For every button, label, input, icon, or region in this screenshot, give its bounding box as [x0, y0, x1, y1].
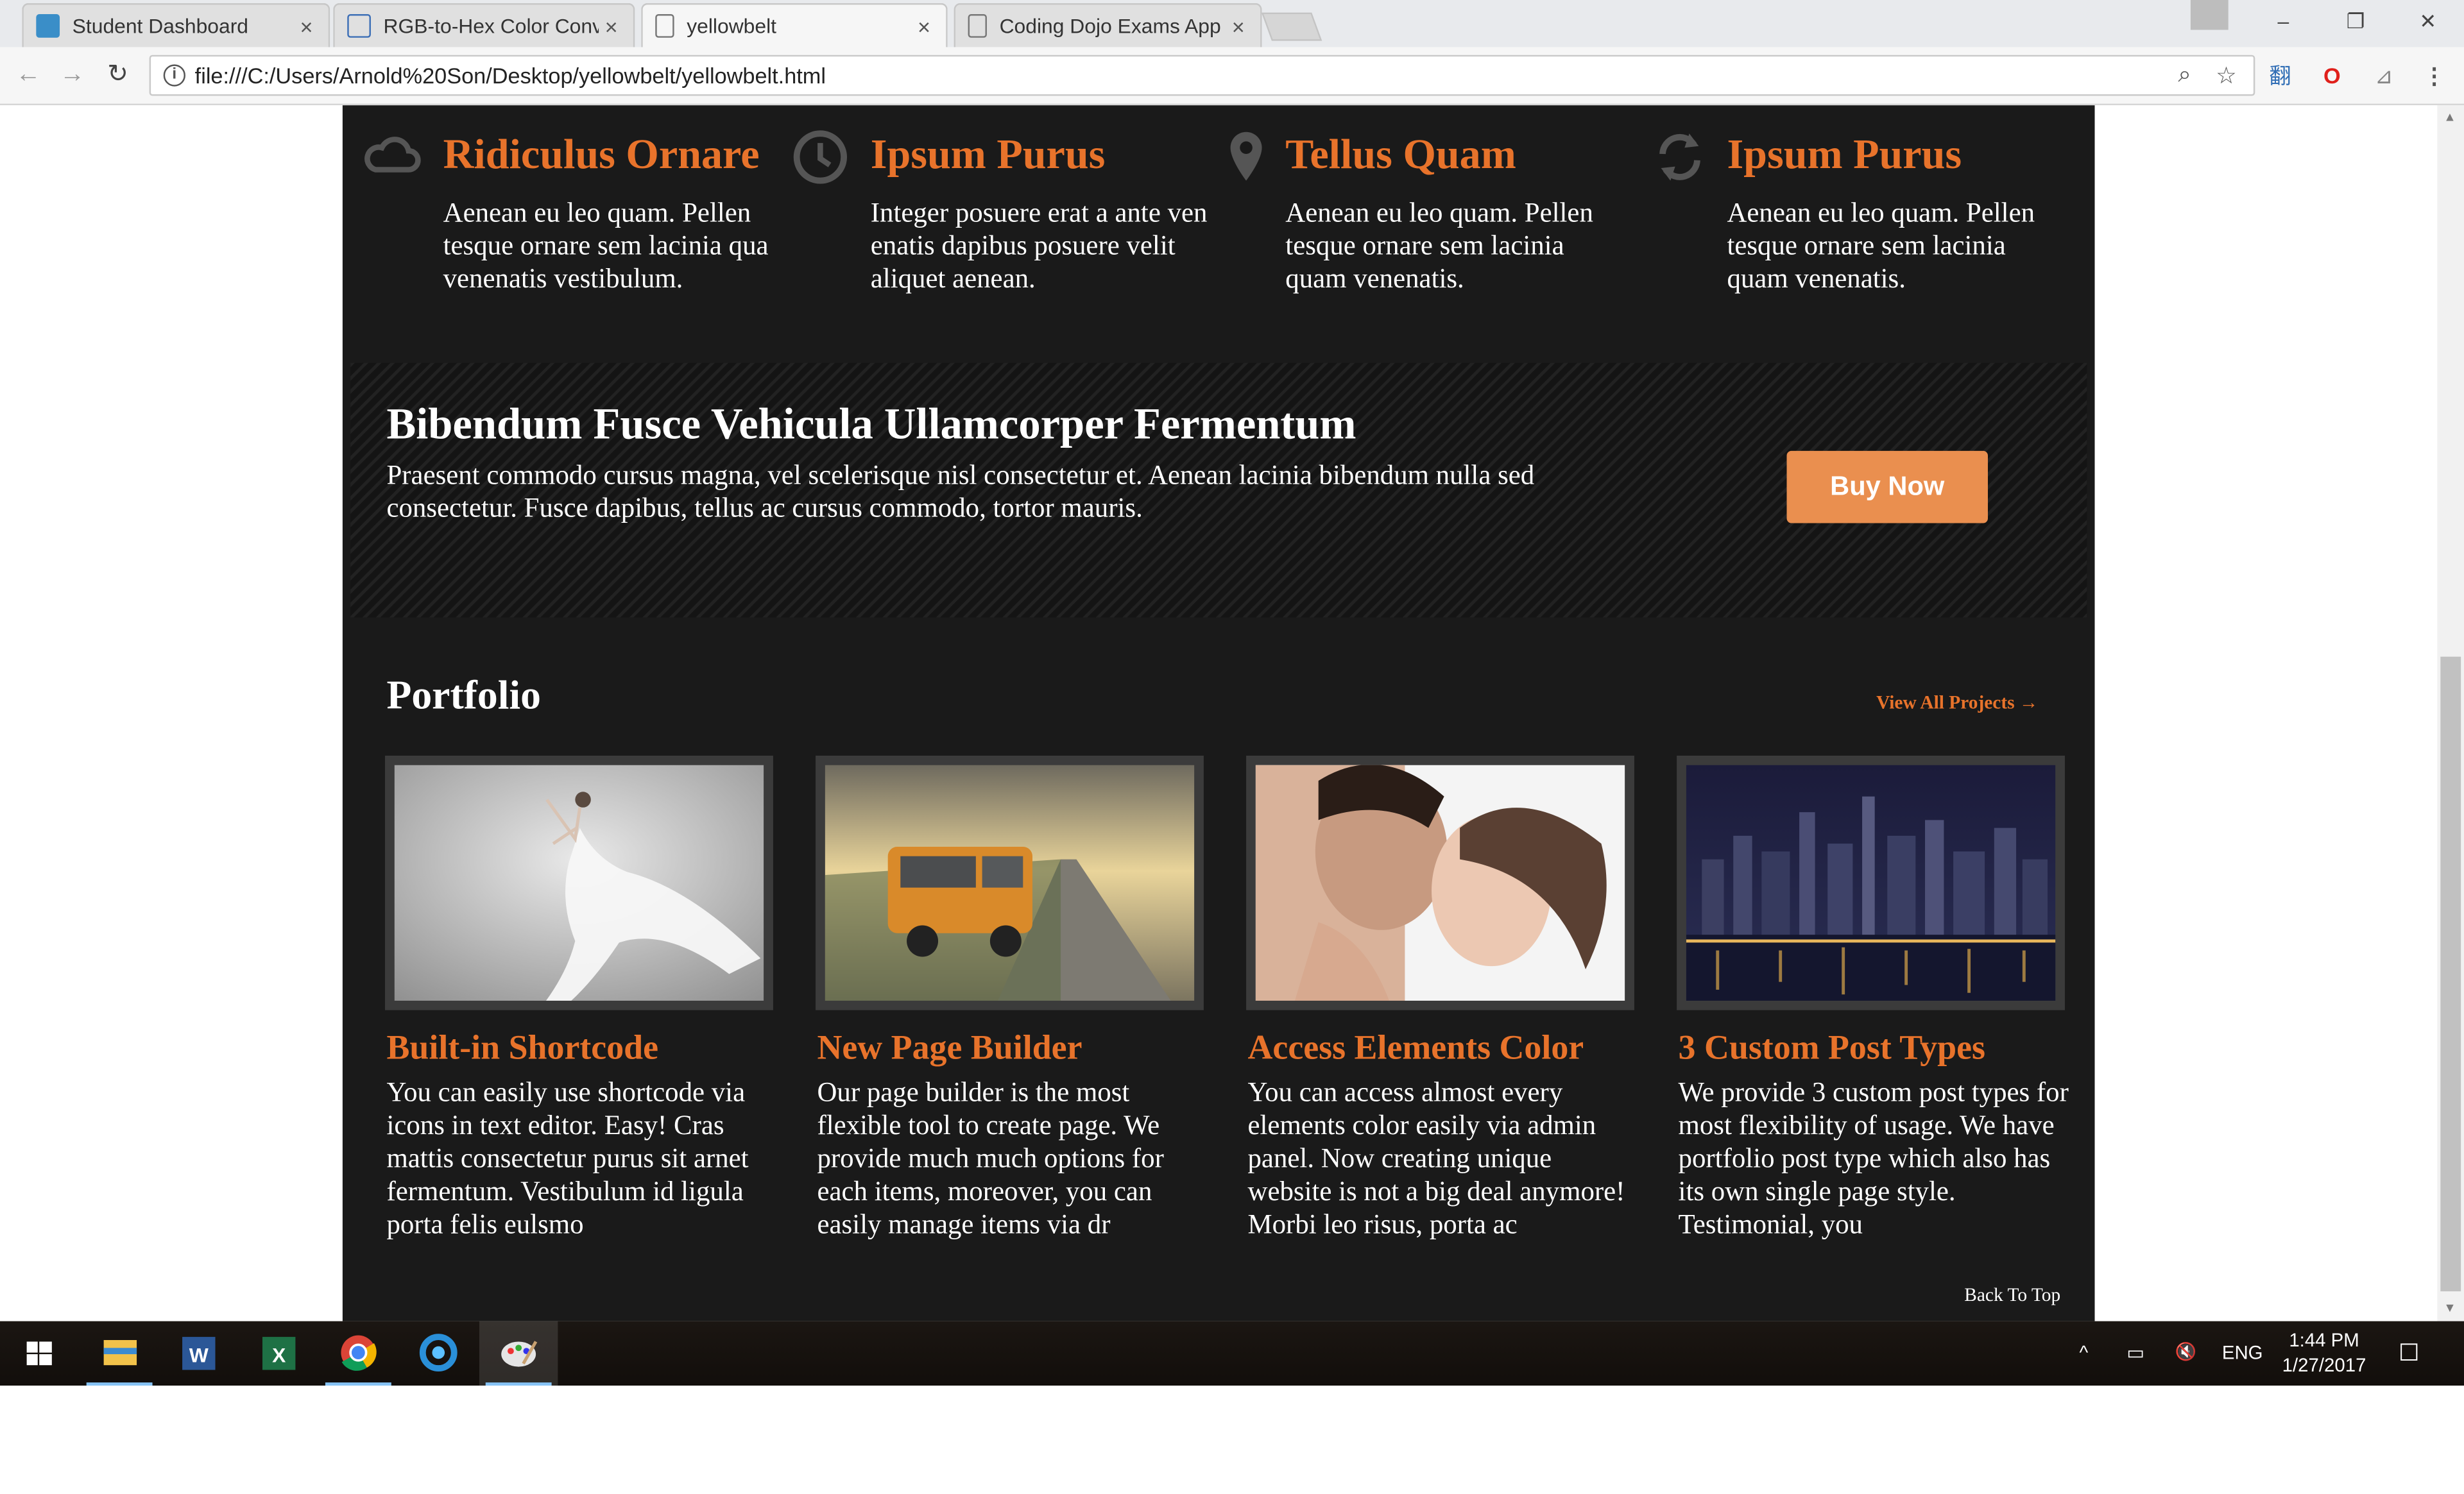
portfolio-thumbnail[interactable] [1677, 755, 2065, 1010]
portfolio-text: We provide 3 custom post types for most … [1678, 1076, 2069, 1240]
feature-text: Aenean eu leo quam. Pellen tesque ornare… [1727, 196, 2035, 294]
portfolio-title[interactable]: 3 Custom Post Types [1679, 1028, 1985, 1069]
system-clock[interactable]: 1:44 PM 1/27/2017 [2275, 1327, 2373, 1377]
feature-text: Aenean eu leo quam. Pellen tesque ornare… [1285, 196, 1593, 294]
dashboard-favicon-icon [36, 14, 60, 38]
portfolio-text: You can access almost every elements col… [1247, 1076, 1625, 1240]
language-indicator[interactable]: ENG [2216, 1321, 2269, 1386]
tab-yellowbelt[interactable]: yellowbelt × [641, 3, 948, 47]
pdf-extension-icon[interactable]: ⊿ [2366, 58, 2401, 93]
clock-date: 1/27/2017 [2282, 1354, 2366, 1377]
city-photo [1686, 765, 2056, 1001]
scrollbar-thumb[interactable] [2440, 656, 2461, 1292]
buy-now-button[interactable]: Buy Now [1786, 450, 1988, 523]
js-favicon-icon [347, 14, 371, 38]
portfolio-thumbnail[interactable] [1246, 755, 1634, 1010]
tab-title: Coding Dojo Exams App [999, 14, 1221, 38]
battery-icon[interactable]: ▭ [2118, 1321, 2153, 1386]
page-viewport: Ridiculus Ornare Aenean eu leo quam. Pel… [0, 105, 2438, 1321]
close-tab-icon[interactable]: × [1226, 13, 1251, 38]
paint-app-icon[interactable] [479, 1321, 558, 1386]
promo-title: Bibendum Fusce Vehicula Ullamcorper Ferm… [386, 400, 1356, 450]
clock-time: 1:44 PM [2289, 1328, 2359, 1352]
portfolio-thumbnail[interactable] [816, 755, 1204, 1010]
close-tab-icon[interactable]: × [911, 13, 936, 38]
promo-text: Praesent commodo cursus magna, vel scele… [386, 459, 1535, 523]
tab-strip: Student Dashboard × RGB-to-Hex Color Con… [0, 0, 2464, 47]
excel-glyph: X [272, 1343, 286, 1366]
menu-dots-icon[interactable]: ⋮ [2417, 58, 2452, 93]
tab-coding-dojo-exams[interactable]: Coding Dojo Exams App × [954, 3, 1262, 47]
document-favicon-icon [655, 14, 674, 38]
windows-taskbar: W X ^ ▭ 🔇 ENG 1:44 PM 1/27/2017 ☐ [0, 1321, 2464, 1386]
back-button[interactable]: ← [11, 58, 46, 93]
back-to-top-link[interactable]: Back To Top [1964, 1284, 2060, 1307]
feature-title: Ipsum Purus [1727, 130, 1962, 178]
window-controls: – ❐ ✕ [2247, 0, 2464, 47]
excel-icon[interactable]: X [239, 1321, 317, 1386]
bus-photo [825, 765, 1195, 1001]
tab-title: RGB-to-Hex Color Conve [383, 14, 599, 38]
portfolio-title[interactable]: New Page Builder [817, 1028, 1082, 1069]
document-favicon-icon [968, 14, 987, 38]
translate-extension-icon[interactable]: 翻 [2263, 58, 2298, 93]
feature-title: Ridiculus Ornare [443, 130, 760, 178]
portfolio-title[interactable]: Access Elements Color [1248, 1028, 1584, 1069]
address-bar[interactable]: i file:///C:/Users/Arnold%20Son/Desktop/… [149, 55, 2255, 96]
file-explorer-icon[interactable] [80, 1321, 158, 1386]
portfolio-heading: Portfolio [386, 672, 541, 718]
tray-chevron-icon[interactable]: ^ [2068, 1321, 2100, 1386]
action-center-icon[interactable]: ☐ [2388, 1321, 2429, 1386]
restore-button[interactable]: ❐ [2320, 0, 2392, 47]
forward-button[interactable]: → [55, 58, 90, 93]
feature-title: Tellus Quam [1285, 130, 1516, 178]
close-tab-icon[interactable]: × [599, 13, 624, 38]
view-all-projects-link[interactable]: View All Projects → [1876, 692, 2038, 715]
reload-button[interactable]: ↻ [101, 58, 135, 93]
profile-avatar-icon[interactable] [2190, 0, 2229, 30]
refresh-icon [1659, 133, 1700, 181]
close-tab-icon[interactable]: × [294, 13, 319, 38]
new-tab-button[interactable] [1261, 12, 1322, 41]
portfolio-title[interactable]: Built-in Shortcode [386, 1028, 658, 1069]
opera-extension-icon[interactable]: O [2314, 58, 2349, 93]
info-icon[interactable]: i [163, 64, 185, 87]
minimize-button[interactable]: – [2247, 0, 2320, 47]
portfolio-text: Our page builder is the most flexible to… [817, 1076, 1164, 1240]
chrome-icon[interactable] [319, 1321, 397, 1386]
cloud-icon [364, 137, 421, 173]
scroll-up-arrow-icon[interactable]: ▲ [2443, 110, 2456, 124]
blue-app-icon[interactable] [399, 1321, 477, 1386]
tab-title: Student Dashboard [72, 14, 249, 38]
couple-photo [1255, 765, 1625, 1001]
windows-start-icon[interactable] [0, 1321, 78, 1386]
scroll-down-arrow-icon[interactable]: ▼ [2443, 1301, 2456, 1315]
tab-title: yellowbelt [687, 14, 777, 38]
promo-banner: Bibendum Fusce Vehicula Ullamcorper Ferm… [350, 362, 2087, 618]
site-container: Ridiculus Ornare Aenean eu leo quam. Pel… [342, 105, 2095, 1321]
volume-muted-icon[interactable]: 🔇 [2169, 1321, 2203, 1386]
tab-rgb-to-hex[interactable]: RGB-to-Hex Color Conve × [333, 3, 635, 47]
feature-text: Integer posuere erat a ante ven enatis d… [870, 196, 1208, 294]
feature-title: Ipsum Purus [870, 130, 1106, 178]
url-text[interactable]: file:///C:/Users/Arnold%20Son/Desktop/ye… [195, 63, 826, 88]
zoom-icon[interactable]: ⌕ [2178, 62, 2191, 89]
tab-student-dashboard[interactable]: Student Dashboard × [22, 3, 330, 47]
blank-area [0, 1386, 2464, 1494]
feature-text: Aenean eu leo quam. Pellen tesque ornare… [443, 196, 769, 294]
word-glyph: W [189, 1343, 209, 1366]
portfolio-thumbnail[interactable] [385, 755, 773, 1010]
dancer-photo [394, 765, 764, 1001]
close-window-button[interactable]: ✕ [2391, 0, 2464, 47]
clock-icon [793, 130, 848, 184]
map-pin-icon [1230, 132, 1262, 181]
bookmark-star-icon[interactable]: ☆ [2216, 62, 2237, 90]
portfolio-text: You can easily use shortcode via icons i… [386, 1076, 749, 1240]
word-icon[interactable]: W [158, 1321, 237, 1386]
